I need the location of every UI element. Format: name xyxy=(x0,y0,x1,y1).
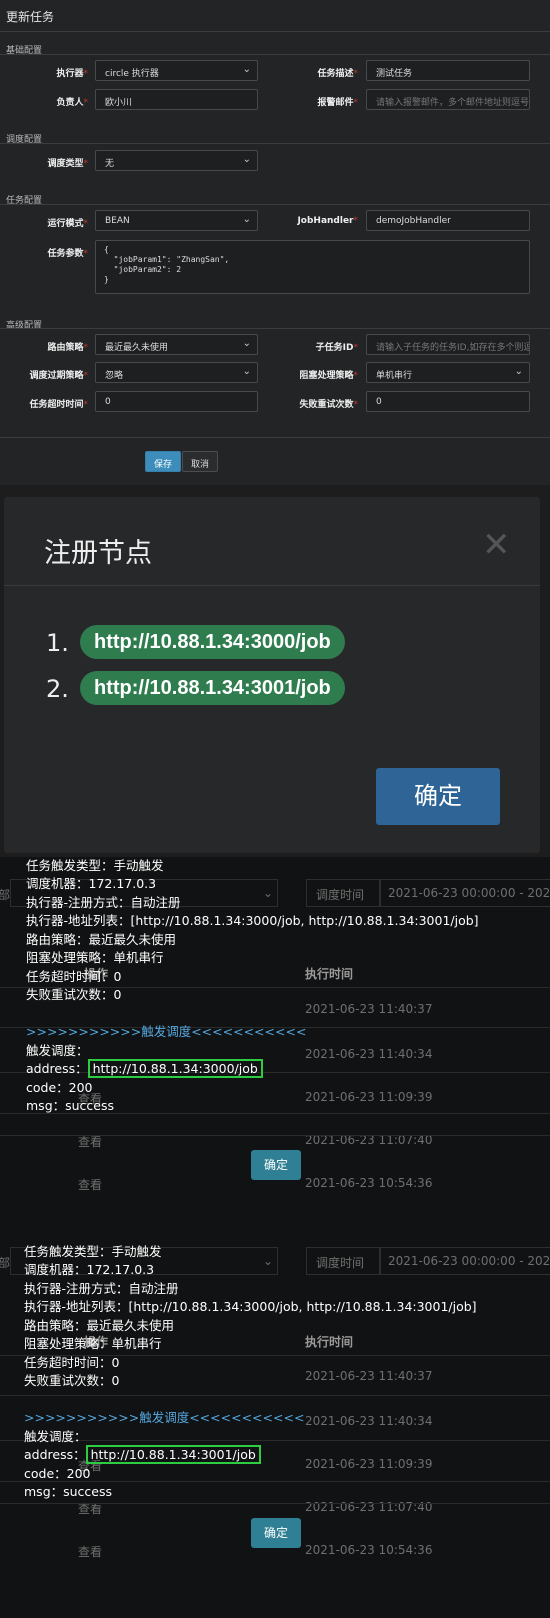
child-id-input[interactable]: 请输入子任务的任务ID,如存在多个则逗 xyxy=(366,334,530,355)
ok-button[interactable]: 确定 xyxy=(251,1150,301,1180)
log-line: 路由策略：最近最久未使用 xyxy=(24,1317,175,1333)
chevron-down-icon: ⌄ xyxy=(514,366,523,377)
log-line: 调度机器：172.17.0.3 xyxy=(24,1262,155,1277)
address-line: address： http://10.88.1.34:3001/job xyxy=(24,1445,477,1465)
bg-filter-label: 部 xyxy=(0,1256,11,1270)
save-button[interactable]: 保存 xyxy=(145,451,182,472)
run-mode-select[interactable]: BEAN ⌄ xyxy=(95,210,258,231)
log-line: 执行器-注册方式：自动注册 xyxy=(26,894,181,910)
chevron-down-icon: ⌄ xyxy=(242,366,251,377)
divider xyxy=(0,328,550,329)
block-label: 阻塞处理策略* xyxy=(299,371,358,381)
bg-view-link: 查看 xyxy=(78,1545,103,1559)
trigger-log-dialog: 部 ⌄ 调度时间 2021-06-23 00:00:00 - 202 操作 执行… xyxy=(0,1235,550,1618)
msg-line: msg：success xyxy=(24,1484,113,1499)
register-nodes-modal: 注册节点 ✕ 1. http://10.88.1.34:3000/job 2. … xyxy=(4,497,540,853)
trigger-header: >>>>>>>>>>>触发调度<<<<<<<<<<< xyxy=(26,1024,307,1039)
address-label: address： xyxy=(26,1061,88,1076)
address-highlight: http://10.88.1.34:3000/job xyxy=(87,1059,263,1078)
log-line: 调度机器：172.17.0.3 xyxy=(26,876,157,891)
log-line: 执行器-注册方式：自动注册 xyxy=(24,1280,179,1296)
address-label: address： xyxy=(24,1447,86,1462)
cancel-button[interactable]: 取消 xyxy=(182,451,219,472)
section-advanced: 高级配置 xyxy=(6,321,43,331)
address-line: address： http://10.88.1.34:3000/job xyxy=(26,1059,479,1079)
trigger-label: 触发调度： xyxy=(26,1042,89,1058)
alarm-label: 报警邮件* xyxy=(317,98,358,108)
desc-label: 任务描述* xyxy=(317,69,358,79)
bg-time-cell: 2021-06-23 10:54:36 xyxy=(305,1176,433,1190)
timeout-label: 任务超时时间* xyxy=(29,400,88,410)
log-line: 阻塞处理策略：单机串行 xyxy=(24,1336,162,1351)
divider xyxy=(0,204,550,205)
param-label: 任务参数* xyxy=(47,249,88,259)
alarm-email-input[interactable]: 请输入报警邮件，多个邮件地址则逗号分 xyxy=(366,89,530,110)
update-task-form: 更新任务 基础配置 执行器* circle 执行器 ⌄ 任务描述* 测试任务 负责… xyxy=(0,0,550,485)
log-line: 任务超时时间：0 xyxy=(26,968,122,984)
retry-input[interactable]: 0 xyxy=(366,391,530,412)
executor-label: 执行器* xyxy=(56,69,88,79)
node-url-badge: http://10.88.1.34:3000/job xyxy=(80,625,345,659)
confirm-button[interactable]: 确定 xyxy=(376,768,500,825)
log-line: 执行器-地址列表：[http://10.88.1.34:3000/job, ht… xyxy=(24,1299,477,1314)
run-mode-label: 运行模式* xyxy=(47,219,88,229)
route-label: 路由策略* xyxy=(47,343,88,353)
expire-select[interactable]: 忽略 ⌄ xyxy=(95,362,258,383)
chevron-down-icon: ⌄ xyxy=(242,64,251,75)
divider xyxy=(0,143,550,144)
divider xyxy=(0,437,550,438)
trigger-label: 触发调度： xyxy=(24,1428,87,1444)
retry-label: 失败重试次数* xyxy=(299,400,358,410)
block-select[interactable]: 单机串行 ⌄ xyxy=(366,362,530,383)
param-textarea[interactable]: { "jobParam1": "ZhangSan", "jobParam2": … xyxy=(95,240,530,294)
desc-input[interactable]: 测试任务 xyxy=(366,60,530,81)
form-title: 更新任务 xyxy=(6,10,55,24)
divider xyxy=(0,31,550,32)
handler-input[interactable]: demoJobHandler xyxy=(366,210,530,231)
log-content: 任务触发类型：手动触发 调度机器：172.17.0.3 执行器-注册方式：自动注… xyxy=(26,857,479,1116)
code-line: code：200 xyxy=(26,1079,93,1095)
log-line: 阻塞处理策略：单机串行 xyxy=(26,950,164,965)
trigger-log-dialog: 部 ⌄ 调度时间 2021-06-23 00:00:00 - 202 操作 执行… xyxy=(0,857,550,1235)
handler-label: JobHandler* xyxy=(297,216,358,226)
bg-time-cell: 2021-06-23 10:54:36 xyxy=(305,1543,433,1557)
bg-row-divider xyxy=(0,1135,550,1136)
owner-label: 负责人* xyxy=(56,98,88,108)
chevron-down-icon: ⌄ xyxy=(242,154,251,165)
executor-select[interactable]: circle 执行器 ⌄ xyxy=(95,60,258,81)
divider xyxy=(4,585,540,586)
close-icon[interactable]: ✕ xyxy=(482,525,511,565)
address-highlight: http://10.88.1.34:3001/job xyxy=(85,1445,261,1464)
ok-button[interactable]: 确定 xyxy=(251,1518,301,1548)
log-line: 失败重试次数：0 xyxy=(24,1373,120,1388)
divider xyxy=(0,54,550,55)
trigger-header: >>>>>>>>>>>触发调度<<<<<<<<<<< xyxy=(24,1410,305,1425)
chevron-down-icon: ⌄ xyxy=(242,338,251,349)
expire-label: 调度过期策略* xyxy=(29,371,88,381)
code-line: code：200 xyxy=(24,1465,91,1481)
msg-line: msg：success xyxy=(26,1098,115,1113)
log-line: 路由策略：最近最久未使用 xyxy=(26,931,177,947)
owner-input[interactable]: 欧小川 xyxy=(95,89,258,110)
log-line: 失败重试次数：0 xyxy=(26,987,122,1002)
bg-view-link: 查看 xyxy=(78,1178,103,1192)
bg-filter-label: 部 xyxy=(0,888,11,902)
log-line: 任务超时时间：0 xyxy=(24,1354,120,1370)
chevron-down-icon: ⌄ xyxy=(242,214,251,225)
timeout-input[interactable]: 0 xyxy=(95,391,258,412)
child-label: 子任务ID* xyxy=(315,343,358,353)
log-line: 任务触发类型：手动触发 xyxy=(26,857,164,873)
register-nodes-panel: 注册节点 ✕ 1. http://10.88.1.34:3000/job 2. … xyxy=(0,485,550,857)
sched-type-select[interactable]: 无 ⌄ xyxy=(95,150,258,171)
log-content: 任务触发类型：手动触发 调度机器：172.17.0.3 执行器-注册方式：自动注… xyxy=(24,1235,477,1502)
modal-title: 注册节点 xyxy=(44,538,152,569)
node-number: 1. xyxy=(46,629,69,657)
node-number: 2. xyxy=(46,675,69,703)
bg-row-divider xyxy=(0,1503,550,1504)
route-select[interactable]: 最近最久未使用 ⌄ xyxy=(95,334,258,355)
sched-type-label: 调度类型* xyxy=(47,159,88,169)
node-url-badge: http://10.88.1.34:3001/job xyxy=(80,671,345,705)
log-line: 执行器-地址列表：[http://10.88.1.34:3000/job, ht… xyxy=(26,913,479,928)
log-line: 任务触发类型：手动触发 xyxy=(24,1243,162,1259)
